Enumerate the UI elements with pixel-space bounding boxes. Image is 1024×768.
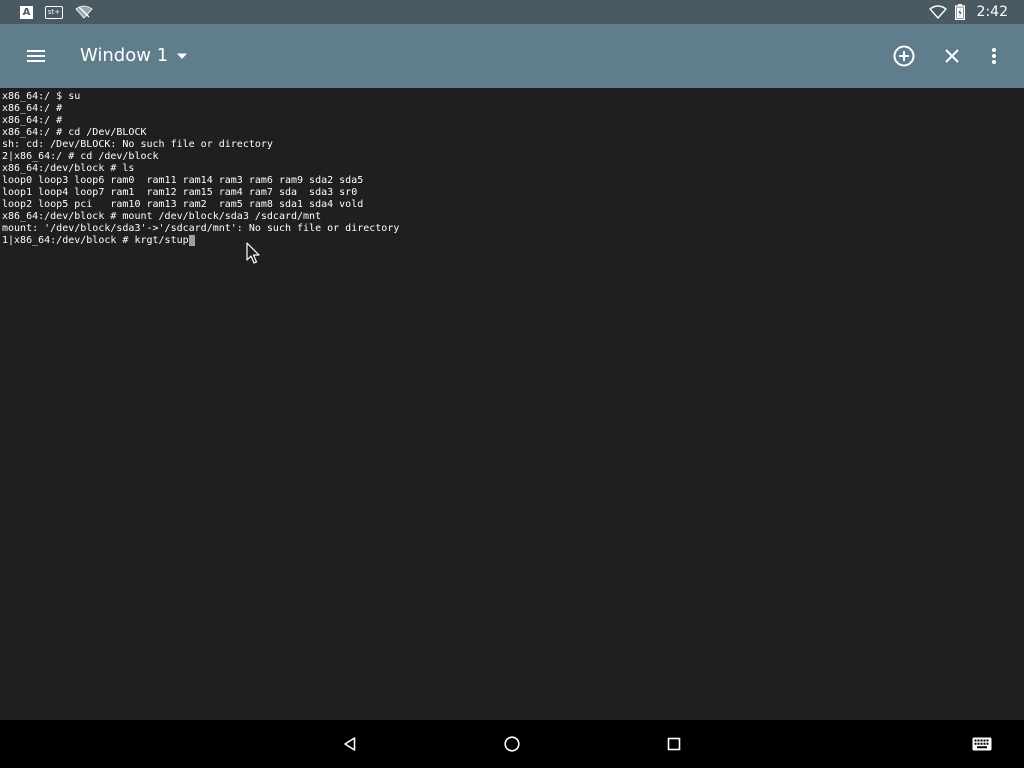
keyboard-icon bbox=[972, 737, 992, 751]
terminal-line: mount: '/dev/block/sda3'->'/sdcard/mnt':… bbox=[2, 223, 400, 234]
terminal-line: loop0 loop3 loop6 ram0 ram11 ram14 ram3 … bbox=[2, 175, 364, 186]
home-button[interactable] bbox=[496, 728, 528, 760]
menu-button[interactable] bbox=[16, 36, 56, 76]
wifi-icon bbox=[928, 5, 947, 19]
text-cursor bbox=[188, 235, 195, 246]
terminal-line: x86_64:/ # bbox=[2, 115, 63, 126]
terminal-input-line[interactable]: 1|x86_64:/dev/block # krgt/stup bbox=[2, 235, 399, 247]
status-right-icons: 2:42 bbox=[928, 0, 1008, 24]
back-triangle-icon bbox=[344, 737, 356, 751]
recent-apps-button[interactable] bbox=[658, 728, 690, 760]
add-circle-icon bbox=[893, 45, 915, 67]
hamburger-menu-icon bbox=[27, 50, 45, 62]
a-box-icon: A bbox=[20, 5, 33, 19]
add-window-button[interactable] bbox=[884, 36, 924, 76]
navigation-bar bbox=[0, 720, 1024, 768]
terminal-line: x86_64:/dev/block # mount /dev/block/sda… bbox=[2, 211, 322, 222]
keyboard-button[interactable] bbox=[966, 728, 998, 760]
more-vert-icon bbox=[992, 48, 996, 64]
terminal-line: loop2 loop5 pci ram10 ram13 ram2 ram5 ra… bbox=[2, 199, 364, 210]
status-bar: A st+ 2:42 bbox=[0, 0, 1024, 24]
close-icon bbox=[945, 49, 959, 63]
status-time: 2:42 bbox=[976, 4, 1008, 20]
window-title[interactable]: Window 1 bbox=[80, 44, 168, 68]
terminal-line: sh: cd: /Dev/BLOCK: No such file or dire… bbox=[2, 139, 273, 150]
home-circle-icon bbox=[504, 736, 520, 752]
terminal-line: x86_64:/ # bbox=[2, 103, 63, 114]
toolbar: Window 1 bbox=[0, 24, 1024, 88]
terminal-current-input: 1|x86_64:/dev/block # krgt/stup bbox=[2, 235, 189, 246]
terminal-line: x86_64:/ $ su bbox=[2, 91, 81, 102]
terminal-line: loop1 loop4 loop7 ram1 ram12 ram15 ram4 … bbox=[2, 187, 358, 198]
terminal-output: x86_64:/ $ su x86_64:/ # x86_64:/ # x86_… bbox=[2, 91, 399, 247]
terminal-line: 2|x86_64:/ # cd /dev/block bbox=[2, 151, 159, 162]
terminal-view[interactable]: x86_64:/ $ su x86_64:/ # x86_64:/ # x86_… bbox=[0, 88, 1024, 720]
wifi-off-icon bbox=[75, 5, 93, 19]
close-window-button[interactable] bbox=[932, 36, 972, 76]
caret-down-icon bbox=[177, 53, 187, 59]
terminal-line: x86_64:/ # cd /Dev/BLOCK bbox=[2, 127, 147, 138]
mouse-pointer-icon bbox=[246, 242, 260, 264]
status-left-icons: A st+ bbox=[20, 3, 93, 21]
back-button[interactable] bbox=[334, 728, 366, 760]
recent-square-icon bbox=[667, 737, 681, 751]
terminal-line: x86_64:/dev/block # ls bbox=[2, 163, 135, 174]
sd-card-icon: st+ bbox=[45, 5, 63, 19]
window-dropdown-button[interactable] bbox=[170, 44, 194, 68]
screen: A st+ 2:42 Window 1 x86_64:/ $ su x86_64… bbox=[0, 0, 1024, 768]
battery-icon bbox=[954, 4, 965, 20]
more-options-button[interactable] bbox=[974, 36, 1014, 76]
